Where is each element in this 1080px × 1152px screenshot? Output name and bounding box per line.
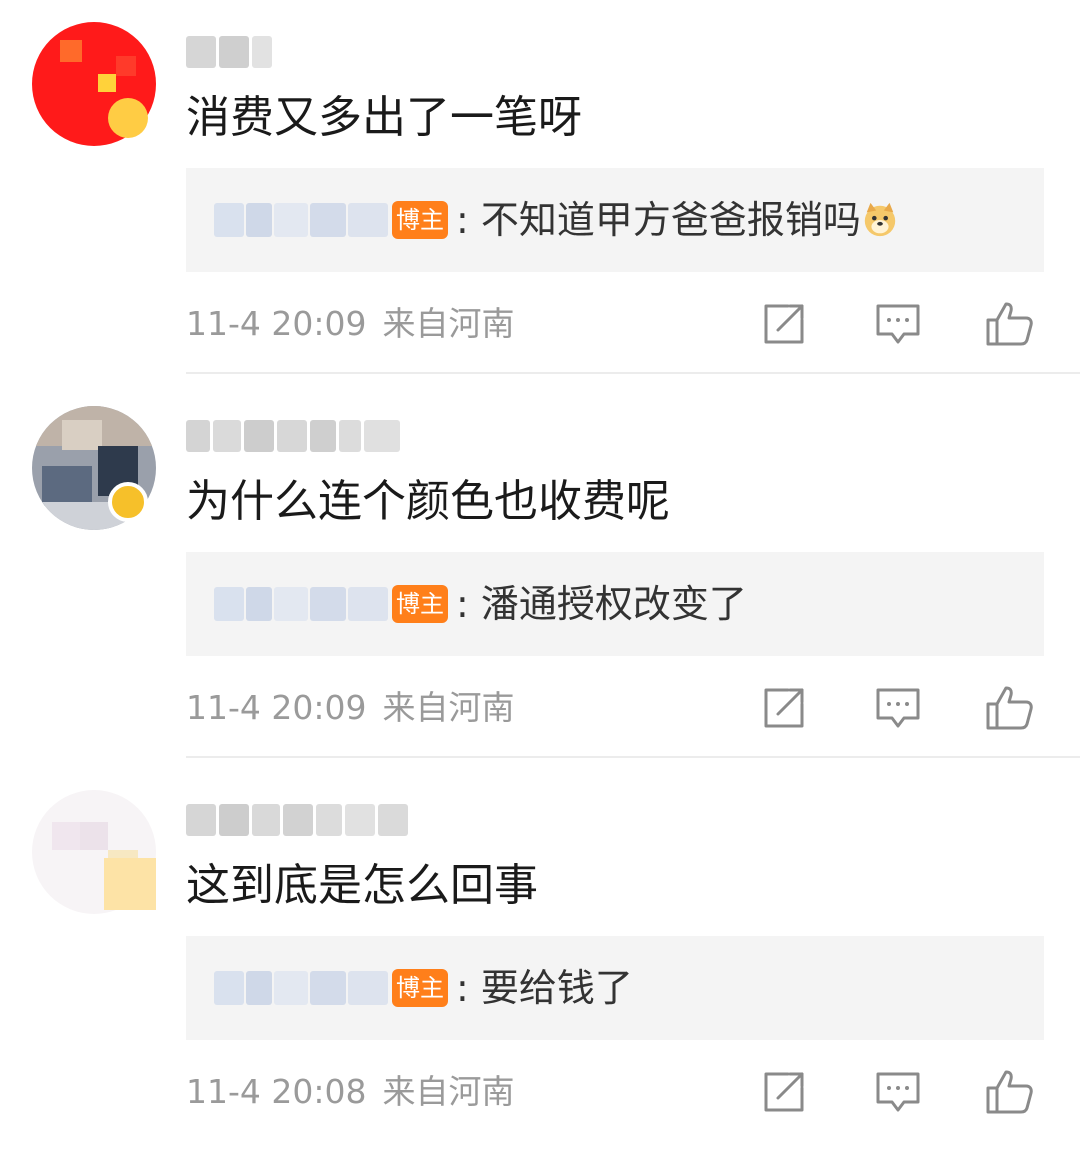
comment-text: 为什么连个颜色也收费呢 [186, 476, 670, 527]
comment-text: 这到底是怎么回事 [186, 860, 538, 911]
verified-badge-icon [104, 858, 156, 910]
comment-meta: 11-4 20:09 来自河南 [186, 684, 515, 732]
doge-emoji-icon [864, 202, 896, 237]
verified-badge-icon [108, 482, 148, 522]
host-reply[interactable]: 博主 : 潘通授权改变了 [186, 552, 1044, 656]
reply-text-content: : 不知道甲方爸爸报销吗 [456, 198, 861, 242]
comment-icon [876, 304, 920, 344]
share-icon [764, 688, 804, 728]
comment-location: 来自河南 [382, 304, 515, 343]
host-badge: 博主 [392, 969, 448, 1007]
reply-text-content: : 潘通授权改变了 [456, 582, 747, 626]
comment-button[interactable] [872, 1066, 924, 1118]
divider [186, 756, 1080, 758]
reply-text: : 要给钱了 [456, 962, 633, 1014]
verified-badge-icon [108, 98, 148, 138]
comment-icon [876, 1072, 920, 1112]
comment-meta: 11-4 20:09 来自河南 [186, 300, 515, 348]
like-button[interactable] [984, 1066, 1036, 1118]
comment-item: 这到底是怎么回事 博主 : 要给钱了 11-4 20:08 来自河南 [0, 768, 1080, 1152]
share-icon [764, 304, 804, 344]
reply-text: : 潘通授权改变了 [456, 578, 747, 630]
comment-icon [876, 688, 920, 728]
comment-time: 11-4 20:09 [186, 688, 367, 727]
comment-button[interactable] [872, 298, 924, 350]
reply-username-blurred[interactable] [214, 968, 388, 1008]
reply-text-content: : 要给钱了 [456, 966, 633, 1010]
divider [186, 372, 1080, 374]
username-blurred[interactable] [186, 416, 400, 456]
thumbs-up-icon [986, 686, 1033, 730]
host-badge: 博主 [392, 201, 448, 239]
comment-location: 来自河南 [382, 1072, 515, 1111]
reply-text: : 不知道甲方爸爸报销吗 [456, 194, 899, 246]
reply-username-blurred[interactable] [214, 200, 388, 240]
share-button[interactable] [758, 1066, 810, 1118]
comment-text: 消费又多出了一笔呀 [186, 92, 582, 143]
reply-username-blurred[interactable] [214, 584, 388, 624]
comment-location: 来自河南 [382, 688, 515, 727]
comment-meta: 11-4 20:08 来自河南 [186, 1068, 515, 1116]
host-badge: 博主 [392, 585, 448, 623]
host-reply[interactable]: 博主 : 要给钱了 [186, 936, 1044, 1040]
comment-item: 消费又多出了一笔呀 博主 : 不知道甲方爸爸报销吗 11-4 20:09 来自河南 [0, 0, 1080, 384]
username-blurred[interactable] [186, 32, 272, 72]
like-button[interactable] [984, 682, 1036, 734]
comment-item: 为什么连个颜色也收费呢 博主 : 潘通授权改变了 11-4 20:09 来自河南 [0, 384, 1080, 768]
username-blurred[interactable] [186, 800, 408, 840]
share-button[interactable] [758, 298, 810, 350]
thumbs-up-icon [986, 302, 1033, 346]
share-button[interactable] [758, 682, 810, 734]
thumbs-up-icon [986, 1070, 1033, 1114]
comment-button[interactable] [872, 682, 924, 734]
comment-time: 11-4 20:09 [186, 304, 367, 343]
like-button[interactable] [984, 298, 1036, 350]
comment-time: 11-4 20:08 [186, 1072, 367, 1111]
share-icon [764, 1072, 804, 1112]
host-reply[interactable]: 博主 : 不知道甲方爸爸报销吗 [186, 168, 1044, 272]
